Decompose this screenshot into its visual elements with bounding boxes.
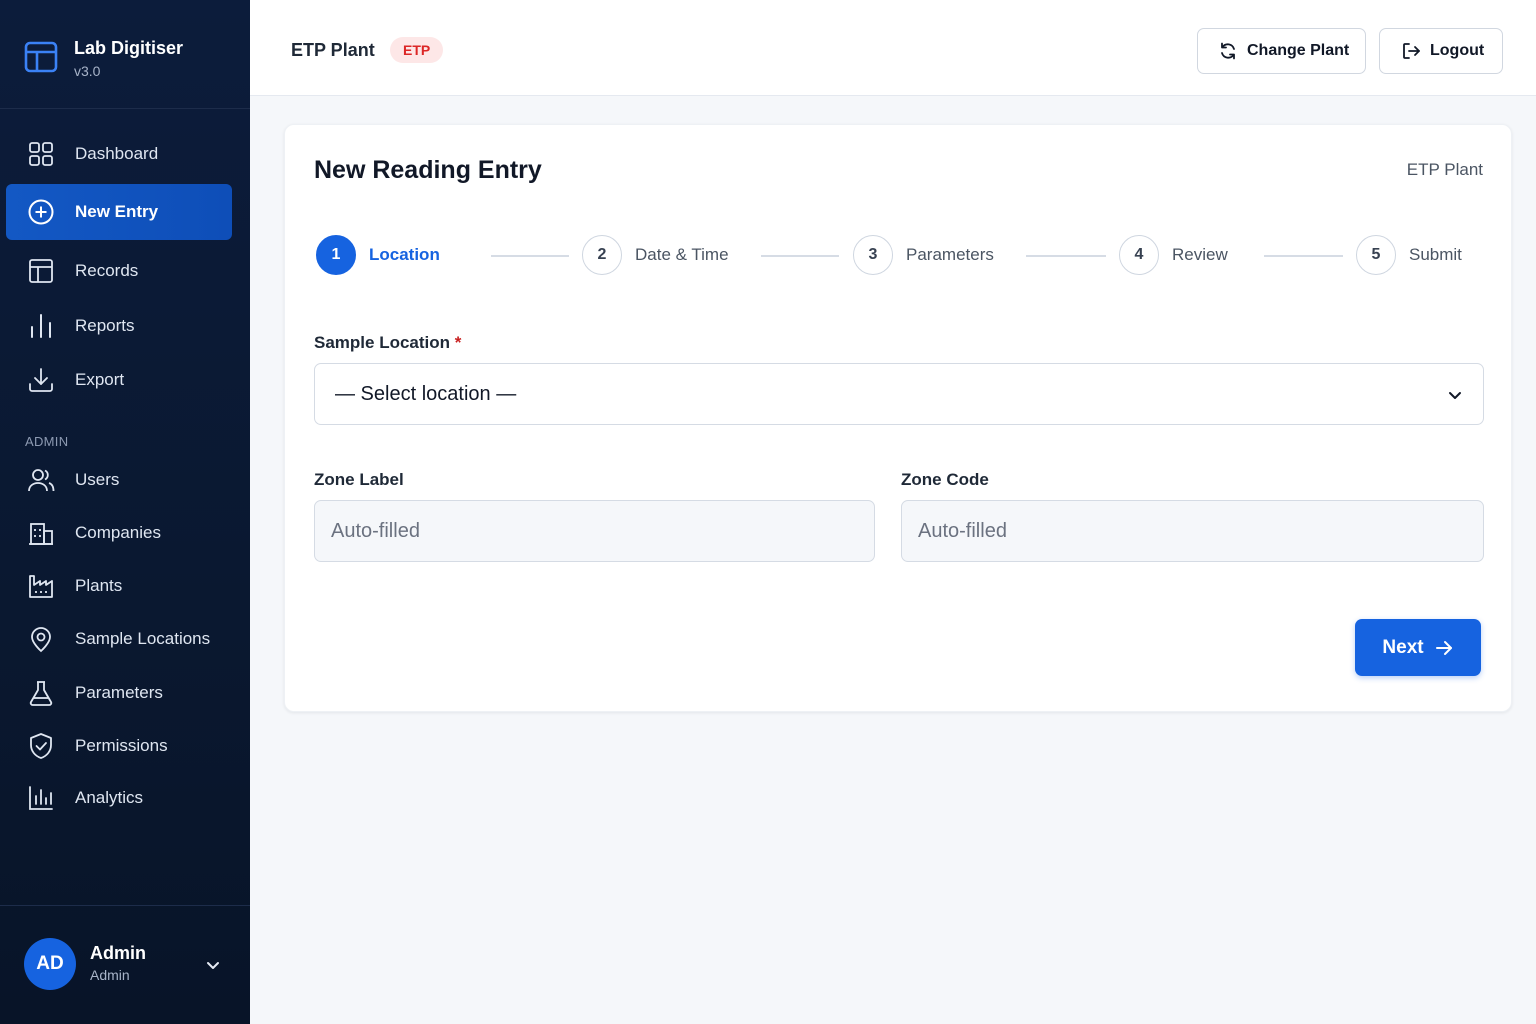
- step-review[interactable]: 4 Review: [1119, 235, 1228, 275]
- analytics-chart-icon: [26, 783, 56, 813]
- sidebar-item-records[interactable]: Records: [6, 246, 232, 296]
- zone-label-field[interactable]: [314, 500, 875, 562]
- sample-location-value: — Select location —: [335, 383, 517, 405]
- top-bar: ETP Plant ETP Change Plant Logout: [250, 0, 1536, 96]
- sidebar-item-label: Parameters: [75, 683, 163, 702]
- step-submit[interactable]: 5 Submit: [1356, 235, 1462, 275]
- admin-section-heading: ADMIN: [25, 434, 69, 449]
- change-plant-button[interactable]: Change Plant: [1197, 28, 1366, 74]
- sidebar-item-label: Users: [75, 470, 120, 489]
- step-label: Parameters: [906, 245, 994, 264]
- sidebar-item-label: Dashboard: [75, 144, 159, 163]
- step-number: 5: [1356, 235, 1396, 275]
- sidebar-item-users[interactable]: Users: [6, 455, 232, 505]
- flask-icon: [26, 678, 56, 708]
- users-icon: [26, 465, 56, 495]
- dashboard-grid-icon: [26, 139, 56, 169]
- page-title: New Reading Entry: [314, 156, 542, 184]
- next-label: Next: [1382, 636, 1424, 658]
- sidebar-item-label: Reports: [75, 316, 135, 335]
- map-pin-icon: [26, 624, 56, 654]
- plant-code-badge: ETP: [390, 37, 444, 63]
- step-connector: [491, 255, 569, 257]
- step-number: 2: [582, 235, 622, 275]
- sidebar-item-label: Analytics: [75, 788, 144, 807]
- new-reading-entry-card: New Reading Entry ETP Plant 1 Location 2…: [284, 124, 1512, 712]
- required-marker: *: [454, 333, 462, 352]
- app-logo-icon: [24, 41, 58, 73]
- sidebar-item-export[interactable]: Export: [6, 355, 232, 405]
- sidebar-item-analytics[interactable]: Analytics: [6, 773, 232, 823]
- brand-header: Lab Digitiser v3.0: [0, 0, 250, 109]
- sidebar-item-label: Permissions: [75, 736, 168, 755]
- sidebar-item-label: Companies: [75, 523, 161, 542]
- sidebar: Lab Digitiser v3.0 Dashboard New Entry R…: [0, 0, 250, 1024]
- sample-location-label: Sample Location *: [314, 333, 461, 353]
- step-connector: [761, 255, 839, 257]
- sidebar-item-parameters[interactable]: Parameters: [6, 668, 232, 718]
- chevron-down-icon: [1449, 392, 1461, 399]
- sidebar-item-label: Sample Locations: [75, 629, 211, 648]
- shield-check-icon: [26, 731, 56, 761]
- logout-icon: [1403, 43, 1420, 59]
- arrow-right-icon: [1435, 640, 1452, 655]
- step-connector: [1264, 255, 1343, 257]
- next-button[interactable]: Next: [1355, 619, 1481, 676]
- sidebar-item-label: New Entry: [75, 202, 159, 221]
- avatar: AD: [24, 938, 76, 990]
- sidebar-item-plants[interactable]: Plants: [6, 561, 232, 611]
- step-label: Date & Time: [635, 245, 729, 264]
- step-parameters[interactable]: 3 Parameters: [853, 235, 994, 275]
- card-plant-name: ETP Plant: [1406, 160, 1483, 179]
- chevron-down-icon[interactable]: [203, 955, 223, 975]
- zone-code-label: Zone Code: [901, 470, 989, 489]
- bar-chart-icon: [26, 311, 56, 341]
- sidebar-item-new-entry[interactable]: New Entry: [6, 184, 232, 240]
- sidebar-item-permissions[interactable]: Permissions: [6, 721, 232, 771]
- app-version: v3.0: [74, 63, 101, 79]
- factory-icon: [26, 571, 56, 601]
- step-label: Review: [1172, 245, 1228, 264]
- refresh-icon: [1221, 42, 1235, 60]
- records-table-icon: [26, 256, 56, 286]
- step-number: 1: [316, 235, 356, 275]
- sidebar-item-reports[interactable]: Reports: [6, 301, 232, 351]
- sample-location-label-text: Sample Location: [314, 333, 451, 352]
- change-plant-label: Change Plant: [1247, 42, 1350, 59]
- plus-circle-icon: [26, 197, 56, 227]
- user-role: Admin: [90, 967, 130, 983]
- user-name: Admin: [90, 943, 146, 963]
- step-location[interactable]: 1 Location: [316, 235, 440, 275]
- current-plant-name: ETP Plant: [291, 40, 375, 60]
- step-label: Submit: [1409, 245, 1462, 264]
- step-number: 4: [1119, 235, 1159, 275]
- zone-code-field[interactable]: [901, 500, 1484, 562]
- logout-label: Logout: [1430, 42, 1485, 59]
- sidebar-item-dashboard[interactable]: Dashboard: [6, 129, 232, 179]
- sample-location-select[interactable]: — Select location —: [314, 363, 1484, 425]
- step-connector: [1026, 255, 1106, 257]
- step-number: 3: [853, 235, 893, 275]
- building-icon: [26, 518, 56, 548]
- step-date-time[interactable]: 2 Date & Time: [582, 235, 729, 275]
- sidebar-item-companies[interactable]: Companies: [6, 508, 232, 558]
- app-name: Lab Digitiser: [74, 38, 184, 58]
- zone-label-label: Zone Label: [314, 470, 404, 489]
- sidebar-item-label: Export: [75, 370, 125, 389]
- sidebar-item-label: Plants: [75, 576, 123, 595]
- sidebar-item-sample-locations[interactable]: Sample Locations: [6, 614, 232, 664]
- step-label: Location: [369, 245, 440, 264]
- logout-button[interactable]: Logout: [1379, 28, 1503, 74]
- user-profile-menu[interactable]: AD Admin Admin: [0, 905, 250, 1024]
- sidebar-item-label: Records: [75, 261, 139, 280]
- download-icon: [26, 365, 56, 395]
